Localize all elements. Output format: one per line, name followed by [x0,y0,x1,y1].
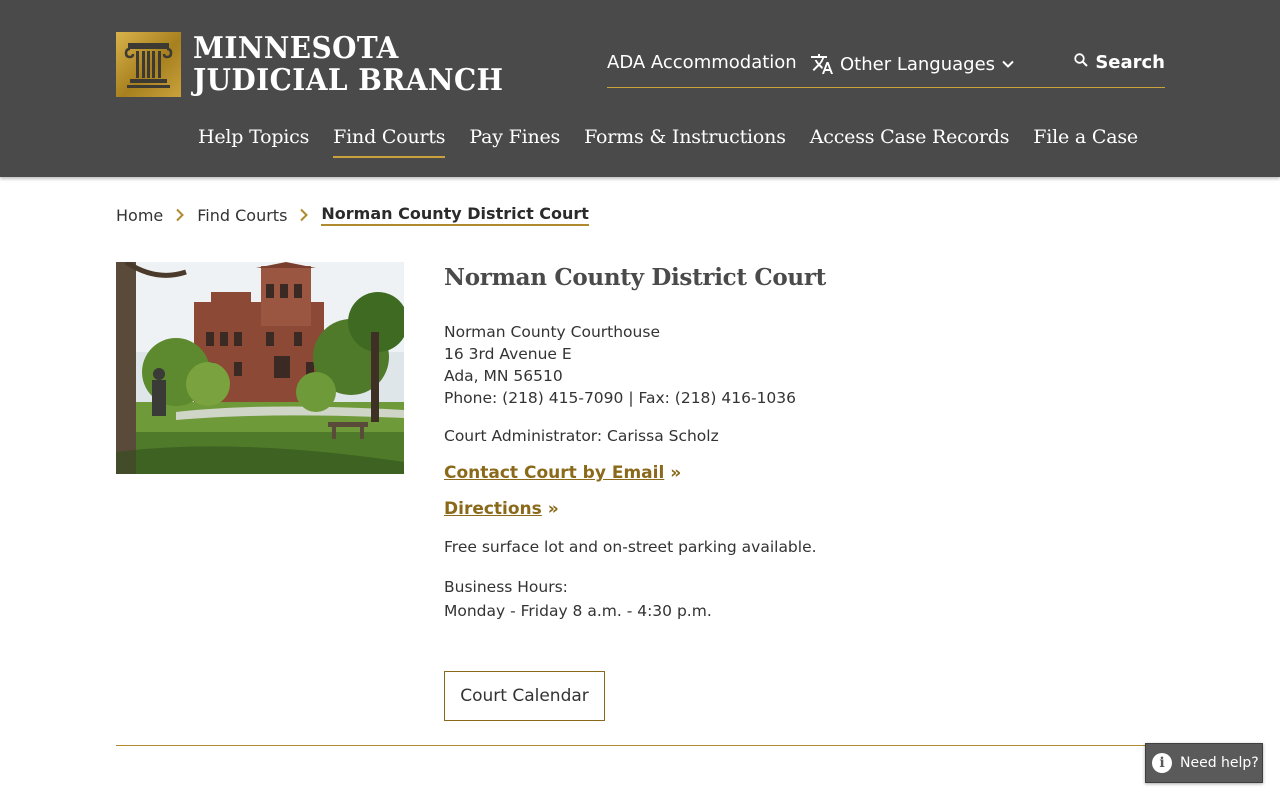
building-name: Norman County Courthouse [444,323,660,341]
nav-access-case-records[interactable]: Access Case Records [810,126,1010,158]
business-hours: Business Hours: Monday - Friday 8 a.m. -… [444,575,1144,623]
nav-forms-instructions[interactable]: Forms & Instructions [584,126,786,158]
search-label: Search [1095,52,1165,73]
link-arrow: » [670,463,682,483]
phone-fax: Phone: (218) 415-7090 | Fax: (218) 416-1… [444,389,797,407]
search-button[interactable]: Search [1073,52,1165,73]
parking-info: Free surface lot and on-street parking a… [444,538,817,556]
courthouse-photo [116,262,404,474]
other-languages-dropdown[interactable]: Other Languages [810,52,1015,76]
contact-court-email-link[interactable]: Contact Court by Email [444,463,664,483]
link-arrow: » [547,499,559,519]
court-administrator: Court Administrator: Carissa Scholz [444,427,719,445]
chevron-right-icon [175,208,185,222]
breadcrumb: Home Find Courts Norman County District … [116,204,589,226]
court-details: Norman County District Court Norman Coun… [444,262,1144,721]
contact-row: Contact Court by Email » [444,463,1144,483]
street-address: 16 3rd Avenue E [444,345,572,363]
logo-wordmark: MINNESOTA JUDICIAL BRANCH [193,30,504,98]
city-state-zip: Ada, MN 56510 [444,367,563,385]
chevron-down-icon [1001,57,1015,71]
pillar-icon [116,32,181,97]
translate-icon [810,52,834,76]
search-icon [1073,52,1089,73]
chevron-right-icon [299,208,309,222]
utility-bar: ADA Accommodation Other Languages Search [607,50,1165,88]
breadcrumb-find-courts[interactable]: Find Courts [197,206,287,225]
main-nav: Help Topics Find Courts Pay Fines Forms … [198,126,1138,158]
breadcrumb-home[interactable]: Home [116,206,163,225]
directions-row: Directions » [444,499,1144,519]
logo-line-2: JUDICIAL BRANCH [193,62,504,98]
nav-find-courts[interactable]: Find Courts [333,126,446,158]
need-help-button[interactable]: i Need help? [1145,743,1263,783]
other-languages-label: Other Languages [840,53,996,75]
site-header: MINNESOTA JUDICIAL BRANCH ADA Accommodat… [0,0,1280,177]
court-address: Norman County Courthouse 16 3rd Avenue E… [444,321,1144,409]
hours-label: Business Hours: [444,578,568,596]
logo-line-1: MINNESOTA [193,30,399,66]
nav-help-topics[interactable]: Help Topics [198,126,309,158]
content-divider [116,745,1166,746]
info-icon: i [1152,753,1172,773]
breadcrumb-current: Norman County District Court [321,204,589,226]
site-logo[interactable]: MINNESOTA JUDICIAL BRANCH [116,32,527,97]
hours-value: Monday - Friday 8 a.m. - 4:30 p.m. [444,602,712,620]
page-title: Norman County District Court [444,264,826,291]
ada-accommodation-link[interactable]: ADA Accommodation [607,52,797,73]
nav-pay-fines[interactable]: Pay Fines [469,126,560,158]
directions-link[interactable]: Directions [444,499,542,519]
court-calendar-button[interactable]: Court Calendar [444,671,605,721]
nav-file-a-case[interactable]: File a Case [1033,126,1138,158]
need-help-label: Need help? [1180,755,1259,771]
